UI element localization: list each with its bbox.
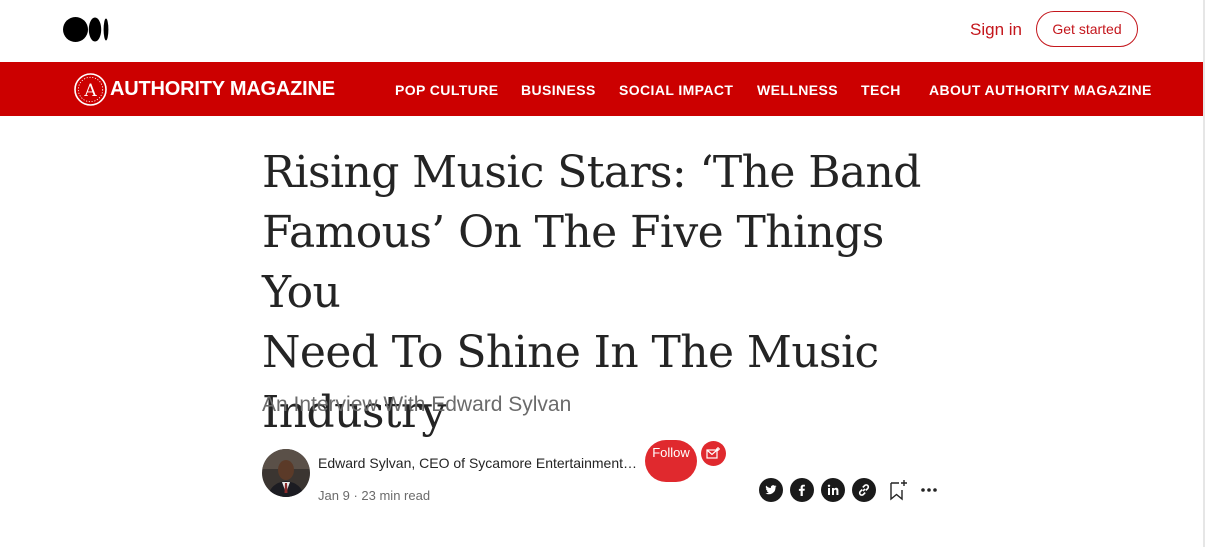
link-icon[interactable]	[852, 478, 876, 502]
more-icon[interactable]	[919, 484, 939, 496]
follow-button[interactable]: Follow	[645, 440, 697, 482]
twitter-icon[interactable]	[759, 478, 783, 502]
seal-letter: A	[83, 81, 97, 101]
nav-pop-culture[interactable]: POP CULTURE	[395, 82, 498, 98]
email-subscribe-button[interactable]	[701, 441, 726, 466]
publication-nav: A AUTHORITY MAGAZINE POP CULTURE BUSINES…	[0, 62, 1203, 116]
author-avatar[interactable]	[262, 449, 310, 497]
facebook-icon[interactable]	[790, 478, 814, 502]
article-meta: Jan 9 · 23 min read	[318, 488, 430, 503]
nav-wellness[interactable]: WELLNESS	[757, 82, 838, 98]
top-bar: Sign in Get started	[0, 0, 1205, 62]
title-line: Famous’ On The Five Things You	[262, 207, 884, 318]
nav-about[interactable]: ABOUT AUTHORITY MAGAZINE	[929, 82, 1152, 98]
medium-logo[interactable]	[63, 17, 109, 42]
email-subscribe-icon	[706, 447, 720, 459]
linkedin-icon[interactable]	[821, 478, 845, 502]
author-name[interactable]: Edward Sylvan, CEO of Sycamore Entertain…	[318, 455, 637, 471]
nav-social-impact[interactable]: SOCIAL IMPACT	[619, 82, 733, 98]
get-started-button[interactable]: Get started	[1036, 11, 1138, 47]
sign-in-link[interactable]: Sign in	[970, 20, 1022, 40]
read-time: 23 min read	[361, 488, 431, 503]
publication-logo[interactable]: A AUTHORITY MAGAZINE	[74, 73, 335, 106]
nav-business[interactable]: BUSINESS	[521, 82, 596, 98]
publication-name: AUTHORITY MAGAZINE	[110, 78, 335, 100]
title-line: Need To Shine In The Music	[262, 327, 879, 378]
meta-separator: ·	[353, 488, 358, 503]
article-subtitle: An Interview With Edward Sylvan	[262, 393, 572, 416]
bookmark-add-icon[interactable]	[889, 479, 909, 501]
nav-tech[interactable]: TECH	[861, 82, 901, 98]
publish-date: Jan 9	[318, 488, 350, 503]
authority-seal-icon: A	[74, 73, 107, 106]
title-line: Rising Music Stars: ‘The Band	[262, 147, 921, 198]
